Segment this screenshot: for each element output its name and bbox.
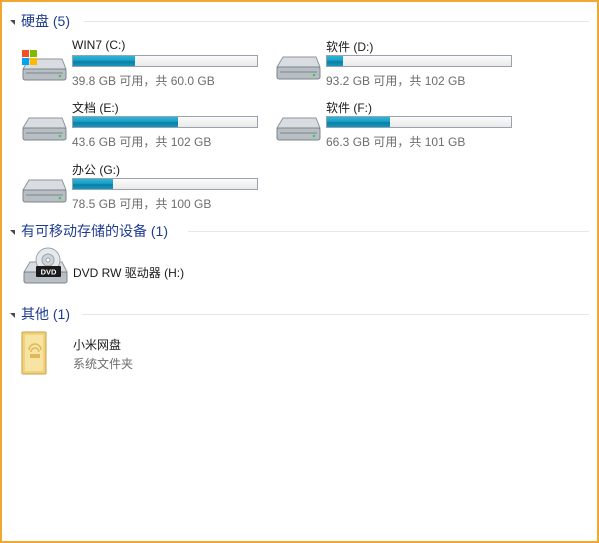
folder-icon	[21, 331, 47, 375]
drive-usage-fill	[327, 56, 343, 66]
device-name: DVD RW 驱动器 (H:)	[73, 266, 185, 280]
drive-name: 软件 (D:)	[326, 40, 374, 54]
drive-name: 文档 (E:)	[72, 101, 119, 115]
collapse-triangle-icon[interactable]	[10, 229, 15, 235]
drive-capacity-text: 78.5 GB 可用，共 100 GB	[72, 197, 212, 211]
group-title: 硬盘 (5)	[21, 13, 70, 29]
dvd-label-text: DVD	[41, 268, 57, 277]
drive-usage-fill	[73, 179, 113, 189]
hard-drive-icon	[276, 117, 321, 141]
group-title: 有可移动存储的设备 (1)	[21, 223, 168, 239]
drive-item-f[interactable]: 软件 (F:) 66.3 GB 可用，共 101 GB	[274, 100, 524, 156]
drive-capacity-text: 43.6 GB 可用，共 102 GB	[72, 135, 212, 149]
drive-capacity-text: 93.2 GB 可用，共 102 GB	[326, 74, 466, 88]
drive-name: 办公 (G:)	[72, 163, 120, 177]
drive-item-c[interactable]: WIN7 (C:) 39.8 GB 可用，共 60.0 GB	[20, 38, 270, 95]
drive-usage-fill	[73, 56, 135, 66]
hard-drive-icon	[22, 117, 67, 141]
hard-drive-icon	[276, 56, 321, 80]
drive-name: WIN7 (C:)	[72, 38, 126, 52]
drive-usage-bar	[72, 178, 258, 190]
group-header-removable[interactable]: 有可移动存储的设备 (1)	[10, 222, 168, 240]
group-header-hard-disks[interactable]: 硬盘 (5)	[10, 12, 70, 30]
group-header-other[interactable]: 其他 (1)	[10, 305, 70, 323]
collapse-triangle-icon[interactable]	[10, 19, 15, 25]
drive-usage-bar	[326, 55, 512, 67]
drive-usage-bar	[72, 55, 258, 67]
drive-name: 软件 (F:)	[326, 101, 372, 115]
drive-item-d[interactable]: 软件 (D:) 93.2 GB 可用，共 102 GB	[274, 39, 524, 95]
drive-item-g[interactable]: 办公 (G:) 78.5 GB 可用，共 100 GB	[20, 162, 270, 218]
group-divider	[84, 21, 589, 22]
drive-usage-fill	[327, 117, 391, 127]
drive-usage-fill	[73, 117, 179, 127]
item-name: 小米网盘	[73, 338, 122, 352]
group-title: 其他 (1)	[21, 306, 70, 322]
drive-capacity-text: 66.3 GB 可用，共 101 GB	[326, 135, 466, 149]
drive-usage-bar	[326, 116, 512, 128]
drive-capacity-text: 39.8 GB 可用，共 60.0 GB	[72, 74, 215, 88]
dvd-drive-icon: DVD	[23, 247, 68, 284]
hard-drive-icon	[22, 179, 67, 203]
collapse-triangle-icon[interactable]	[10, 312, 15, 318]
dvd-drive-item[interactable]: DVD DVD RW 驱动器 (H:)	[20, 246, 280, 292]
drive-usage-bar	[72, 116, 258, 128]
windows-drive-icon	[22, 50, 67, 81]
drive-item-e[interactable]: 文档 (E:) 43.6 GB 可用，共 102 GB	[20, 100, 270, 156]
xiaomi-cloud-item[interactable]: 小米网盘 系统文件夹	[20, 330, 220, 376]
group-divider	[82, 314, 589, 315]
group-divider	[188, 231, 589, 232]
item-subtitle: 系统文件夹	[73, 357, 134, 371]
